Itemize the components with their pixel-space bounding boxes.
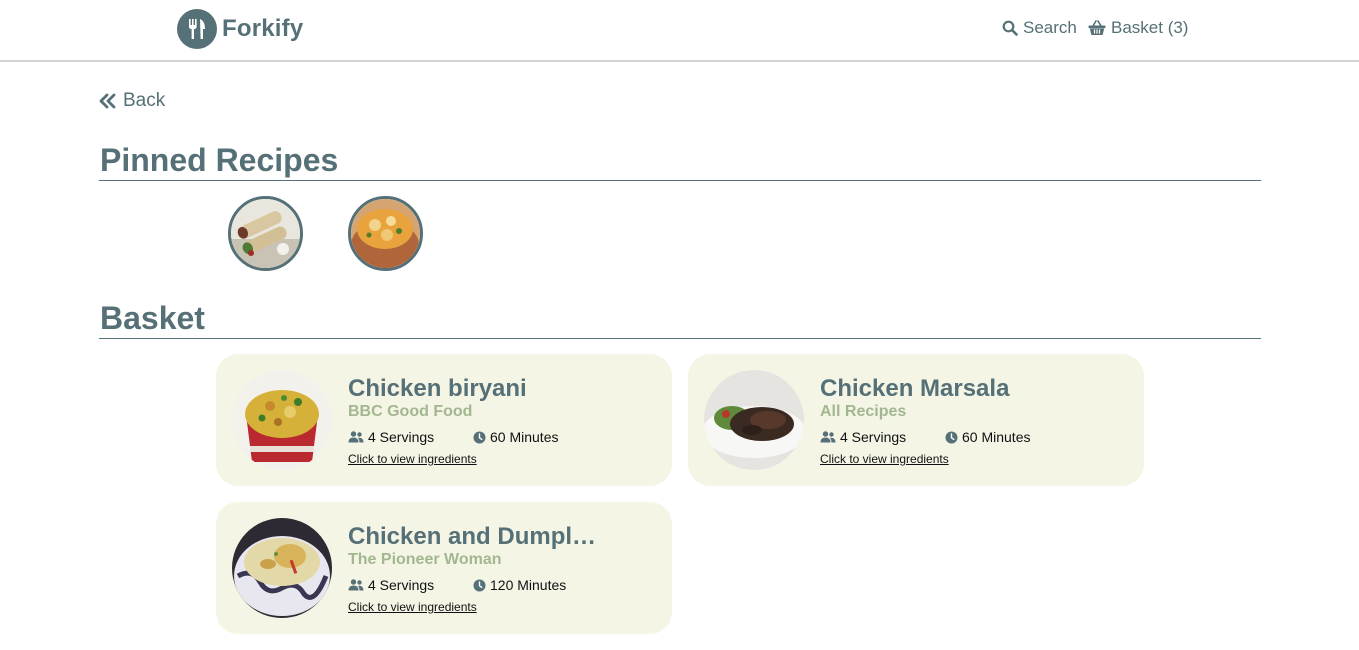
time-label: 60 Minutes [490,429,559,445]
basket-divider [99,338,1261,339]
servings-label: 4 Servings [840,429,907,445]
servings: 4 Servings [348,577,434,593]
pinned-recipe-thumbnail[interactable] [228,196,303,271]
curry-bread-image [351,199,420,268]
cook-time: 60 Minutes [945,429,1030,445]
recipe-image [232,518,332,618]
biryani-image [232,370,332,470]
nav-search-label: Search [1023,18,1077,37]
clock-icon [473,431,486,443]
clock-icon [945,431,958,443]
recipe-title: Chicken Marsala [820,375,1010,402]
servings-label: 4 Servings [368,429,435,445]
back-link[interactable]: Back [99,90,165,112]
recipe-title: Chicken biryani [348,375,527,402]
basket-title: Basket [100,300,205,336]
fork-knife-icon [177,9,217,49]
nav-search[interactable]: Search [1002,18,1077,38]
nav-basket[interactable]: Basket (3) [1088,18,1188,38]
search-icon [1002,20,1018,36]
wraps-image [231,199,300,268]
double-chevron-left-icon [99,93,116,109]
users-icon [348,431,364,443]
basket-card[interactable]: Chicken biryani BBC Good Food 4 Servings… [216,354,672,486]
logo[interactable]: Forkify [177,9,303,49]
pinned-recipe-thumbnail[interactable] [348,196,423,271]
cook-time: 60 Minutes [473,429,558,445]
servings: 4 Servings [820,429,906,445]
recipe-source: BBC Good Food [348,403,473,420]
clock-icon [473,579,486,591]
logo-text: Forkify [222,15,304,42]
dumplings-image [232,518,332,618]
basket-card[interactable]: Chicken Marsala All Recipes 4 Servings 6… [688,354,1144,486]
recipe-title: Chicken and Dumpl… [348,523,597,550]
view-ingredients-link[interactable]: Click to view ingredients [348,452,477,466]
pinned-divider [99,180,1261,181]
recipe-image [704,370,804,470]
back-label: Back [123,90,166,111]
view-ingredients-link[interactable]: Click to view ingredients [820,452,949,466]
time-label: 120 Minutes [490,577,567,593]
marsala-image [704,370,804,470]
basket-card[interactable]: Chicken and Dumpl… The Pioneer Woman 4 S… [216,502,672,634]
nav-basket-label: Basket (3) [1111,18,1189,37]
pinned-title: Pinned Recipes [100,142,339,178]
users-icon [820,431,836,443]
recipe-source: The Pioneer Woman [348,551,502,568]
cook-time: 120 Minutes [473,577,566,593]
servings-label: 4 Servings [368,577,435,593]
header: Forkify Search Basket (3) [0,0,1359,62]
recipe-source: All Recipes [820,403,907,420]
users-icon [348,579,364,591]
time-label: 60 Minutes [962,429,1031,445]
servings: 4 Servings [348,429,434,445]
basket-icon [1088,20,1106,35]
recipe-image [232,370,332,470]
view-ingredients-link[interactable]: Click to view ingredients [348,600,477,614]
